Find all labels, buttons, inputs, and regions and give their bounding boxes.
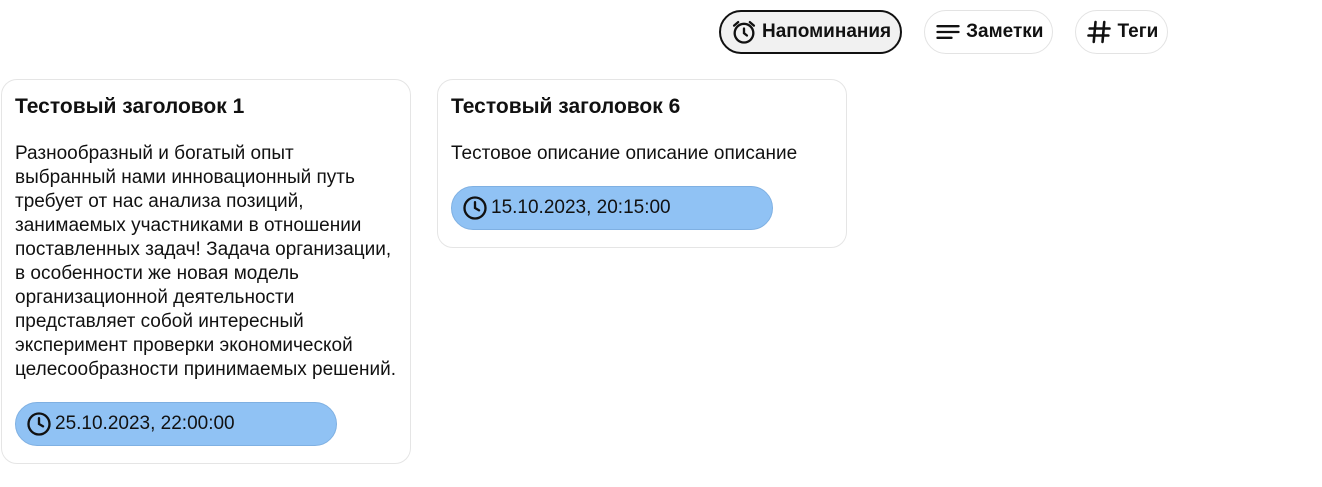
card-title: Тестовый заголовок 6 <box>451 95 681 118</box>
card-description: Тестовое описание описание описание <box>451 143 798 164</box>
hash-icon <box>1085 18 1113 46</box>
reminder-card[interactable]: Тестовый заголовок 6 Тестовое описание о… <box>437 79 847 248</box>
reminder-datetime: 15.10.2023, 20:15:00 <box>491 197 671 218</box>
card-description: Разнообразный и богатый опыт выбранный н… <box>15 143 396 380</box>
reminder-datetime: 25.10.2023, 22:00:00 <box>55 413 235 434</box>
filter-reminders-label: Напоминания <box>762 21 892 42</box>
clock-icon <box>461 194 489 222</box>
filter-notes-button[interactable]: Заметки <box>924 10 1054 54</box>
filter-notes-label: Заметки <box>966 21 1044 42</box>
filter-tags-button[interactable]: Теги <box>1075 10 1169 54</box>
page: Напоминания Заметки Теги Тестовый заголо… <box>0 0 1322 487</box>
filter-reminders-button[interactable]: Напоминания <box>719 10 903 54</box>
clock-icon <box>25 410 53 438</box>
notes-lines-icon <box>934 18 962 46</box>
reminder-card[interactable]: Тестовый заголовок 1 Разнообразный и бог… <box>1 79 411 464</box>
card-title: Тестовый заголовок 1 <box>15 95 245 118</box>
reminder-datetime-chip[interactable]: 25.10.2023, 22:00:00 <box>15 402 337 446</box>
filter-tags-label: Теги <box>1117 21 1159 42</box>
filter-bar: Напоминания Заметки Теги <box>719 10 1169 54</box>
alarm-clock-icon <box>730 18 758 46</box>
reminder-datetime-chip[interactable]: 15.10.2023, 20:15:00 <box>451 186 773 230</box>
